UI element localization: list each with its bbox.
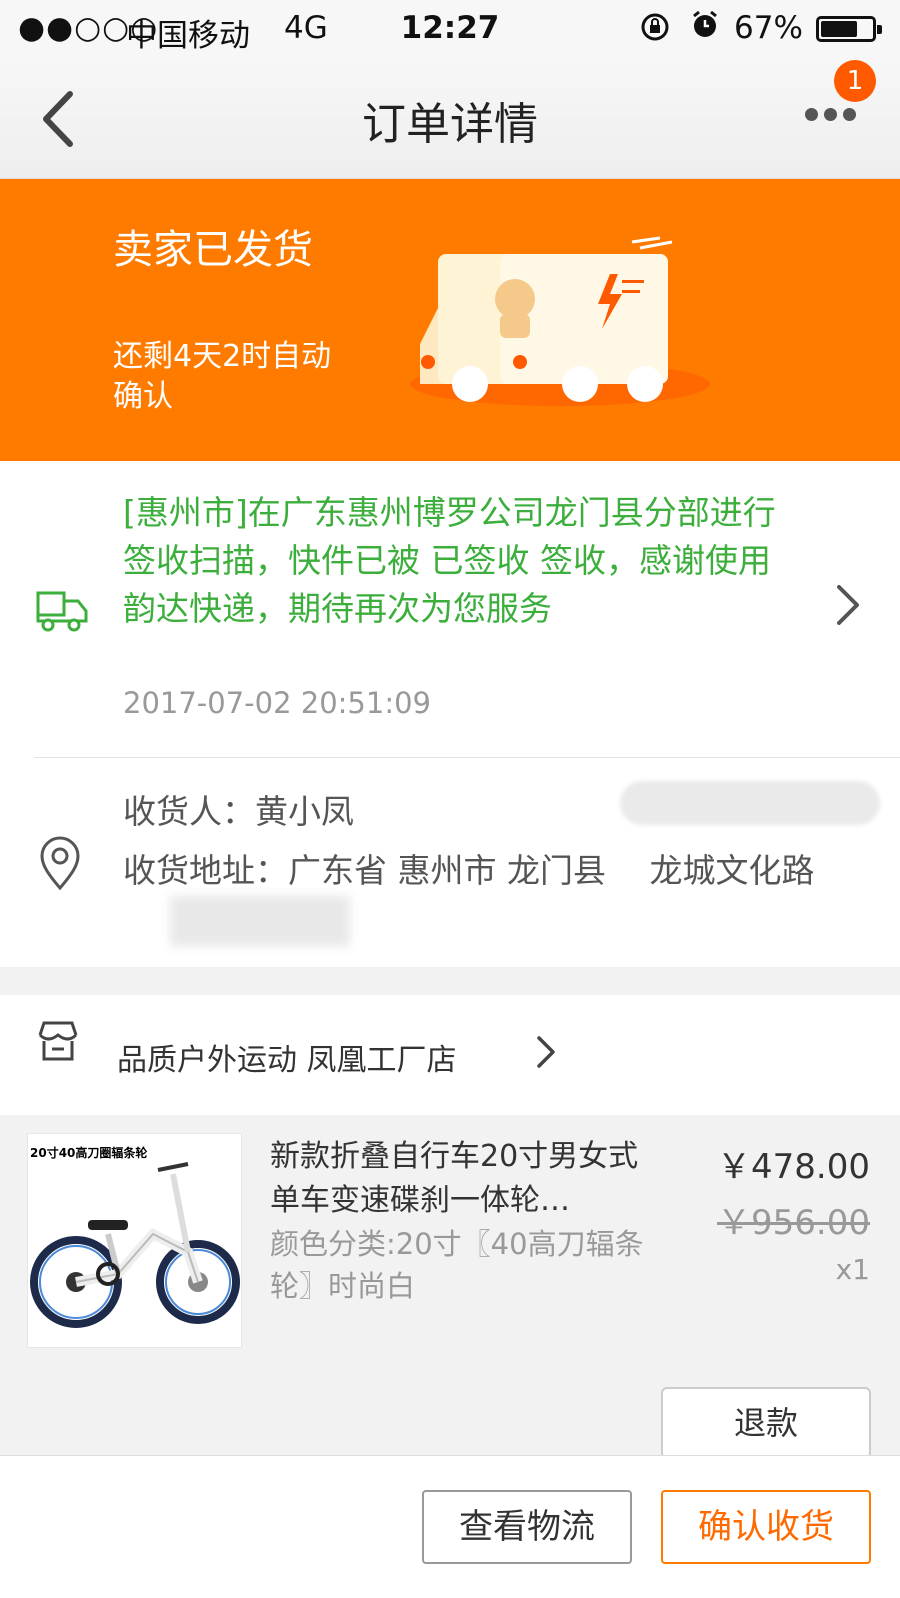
status-bar: ●●○○○ 中国移动 4G 12:27 67%	[0, 0, 900, 58]
order-item[interactable]: 20寸40高刀圈辐条轮 新款折叠自行车20寸男女式单车变速碟刹一体轮… 颜色分类…	[0, 1115, 900, 1459]
divider	[34, 757, 900, 758]
rotation-lock-icon	[640, 12, 670, 49]
shipping-address: 收货地址：广东省 惠州市 龙门县 龙城文化路	[123, 851, 815, 890]
refund-button[interactable]: 退款	[661, 1387, 871, 1459]
alarm-icon	[690, 10, 720, 47]
logistics-card[interactable]: [惠州市]在广东惠州博罗公司龙门县分部进行签收扫描，快件已被 已签收 签收，感谢…	[0, 461, 900, 967]
original-price: ￥956.00	[717, 1203, 870, 1243]
more-menu-button[interactable]	[805, 106, 875, 136]
order-status-text: 卖家已发货	[113, 227, 313, 273]
order-status-banner: 卖家已发货 还剩4天2时自动确认	[0, 179, 900, 461]
product-title[interactable]: 新款折叠自行车20寸男女式单车变速碟刹一体轮…	[270, 1135, 650, 1223]
latest-logistics-message: [惠州市]在广东惠州博罗公司龙门县分部进行签收扫描，快件已被 已签收 签收，感谢…	[123, 493, 776, 628]
auto-confirm-countdown: 还剩4天2时自动确认	[113, 339, 332, 414]
logistics-timestamp: 2017-07-02 20:51:09	[123, 686, 431, 720]
page-title: 订单详情	[362, 99, 538, 150]
thumbnail-caption: 20寸40高刀圈辐条轮	[30, 1146, 148, 1160]
product-quantity: x1	[835, 1253, 870, 1286]
view-logistics-button[interactable]: 查看物流	[422, 1490, 632, 1564]
folding-bike-image	[30, 1162, 240, 1328]
notification-badge: 1	[834, 60, 876, 102]
address-redaction	[170, 896, 350, 946]
shop-header[interactable]: 品质户外运动 凤凰工厂店	[0, 995, 900, 1115]
location-pin-icon	[38, 836, 82, 896]
product-variant: 颜色分类:20寸〖40高刀辐条轮〗时尚白	[270, 1227, 644, 1303]
chevron-right-icon	[833, 583, 863, 631]
battery-icon	[816, 16, 882, 42]
product-price: ￥478.00	[717, 1147, 870, 1187]
bottom-action-bar: 查看物流 确认收货	[0, 1455, 900, 1598]
chevron-right-icon	[535, 1035, 557, 1073]
battery-percentage: 67%	[734, 10, 803, 46]
shop-name: 品质户外运动 凤凰工厂店	[117, 1043, 457, 1078]
recipient-phone-redacted	[620, 781, 880, 825]
nav-bar: 订单详情 1	[0, 58, 900, 179]
delivery-truck-icon	[410, 234, 710, 418]
confirm-receipt-button[interactable]: 确认收货	[661, 1490, 871, 1564]
shop-icon	[36, 1019, 80, 1067]
delivery-truck-outline-icon	[34, 579, 90, 639]
recipient-name: 收货人：黄小凤	[123, 792, 354, 831]
product-thumbnail[interactable]: 20寸40高刀圈辐条轮	[27, 1133, 242, 1348]
